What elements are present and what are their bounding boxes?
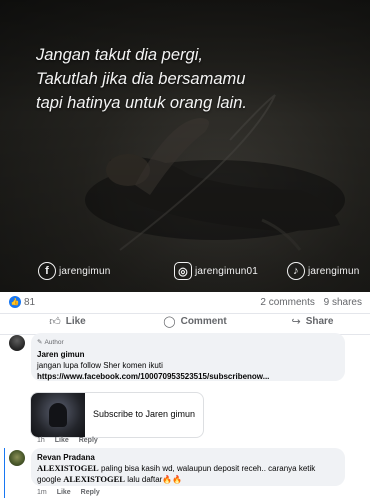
quote-text: Jangan takut dia pergi, Takutlah jika di… bbox=[36, 43, 356, 115]
watermark-bar: f jarengimun ◎ jarengimun01 ♪ jarengimun bbox=[0, 262, 370, 288]
share-icon: ↪ bbox=[291, 316, 301, 328]
instagram-icon: ◎ bbox=[174, 262, 192, 280]
comment-author-name[interactable]: Revan Pradana bbox=[37, 452, 339, 463]
comment-bubble: ✎ Author Jaren gimun jangan lupa follow … bbox=[31, 333, 345, 381]
avatar[interactable] bbox=[9, 335, 25, 351]
quote-line: Jangan takut dia pergi, bbox=[36, 46, 203, 64]
quote-line: Takutlah jika dia bersamamu bbox=[36, 70, 246, 88]
facebook-icon: f bbox=[38, 262, 56, 280]
comment-count[interactable]: 2 comments bbox=[260, 297, 314, 308]
thumbs-up-icon: 👍︎ bbox=[49, 316, 61, 328]
avatar[interactable] bbox=[9, 450, 25, 466]
comment-bubble: Revan Pradana ALEXISTOGEL paling bisa ka… bbox=[31, 448, 345, 486]
like-reaction-icon[interactable]: 👍 bbox=[9, 296, 21, 308]
comment-like-button[interactable]: Like bbox=[57, 489, 71, 496]
tiktok-handle: jarengimun bbox=[308, 265, 360, 277]
comment-brand: ALEXISTOGEL bbox=[37, 463, 99, 473]
preview-title: Subscribe to Jaren gimun bbox=[93, 409, 196, 419]
tiktok-icon: ♪ bbox=[287, 262, 305, 280]
comment-text: ALEXISTOGEL paling bisa kasih wd, walaup… bbox=[37, 463, 339, 485]
comment-reply-button[interactable]: Reply bbox=[81, 489, 100, 496]
comment-meta: 1m Like Reply bbox=[37, 489, 108, 496]
comment-like-button[interactable]: Like bbox=[55, 437, 69, 444]
share-button-label: Share bbox=[305, 316, 334, 327]
comment-reply-button[interactable]: Reply bbox=[79, 437, 98, 444]
share-count[interactable]: 9 shares bbox=[324, 297, 362, 308]
like-count[interactable]: 81 bbox=[24, 297, 35, 308]
comment-link[interactable]: https://www.facebook.com/100070953523515… bbox=[37, 371, 339, 382]
post-actions: 👍︎ Like ◯ Comment ↪ Share bbox=[0, 309, 370, 335]
highlight-bar bbox=[4, 448, 5, 498]
social-tiktok: ♪ jarengimun bbox=[287, 262, 359, 280]
comment-time[interactable]: 1h bbox=[37, 437, 45, 444]
comment-author-name[interactable]: Jaren gimun bbox=[37, 349, 339, 360]
pencil-icon: ✎ bbox=[37, 339, 43, 346]
comment-meta: 1h Like Reply bbox=[37, 437, 106, 444]
share-button[interactable]: ↪ Share bbox=[255, 309, 370, 334]
post-image[interactable]: Jangan takut dia pergi, Takutlah jika di… bbox=[0, 0, 370, 292]
comment-brand: ALEXISTOGEL bbox=[63, 474, 125, 484]
social-instagram: ◎ jarengimun01 bbox=[174, 262, 258, 280]
author-tag-label: Author bbox=[44, 339, 64, 346]
link-preview-card[interactable]: Subscribe to Jaren gimun bbox=[30, 392, 204, 438]
quote-line: tapi hatinya untuk orang lain. bbox=[36, 94, 247, 112]
comment-icon: ◯ bbox=[163, 316, 176, 328]
comment-button[interactable]: ◯ Comment bbox=[135, 309, 255, 334]
instagram-handle: jarengimun01 bbox=[195, 265, 258, 277]
like-button-label: Like bbox=[65, 316, 86, 327]
preview-thumbnail bbox=[31, 393, 85, 437]
comment-time[interactable]: 1m bbox=[37, 489, 47, 496]
comment-button-label: Comment bbox=[180, 316, 227, 327]
comment-text-part: lalu daftar🔥🔥 bbox=[124, 475, 183, 484]
social-facebook: f jarengimun bbox=[38, 262, 110, 280]
facebook-handle: jarengimun bbox=[59, 265, 111, 277]
author-badge: ✎ Author bbox=[37, 337, 339, 348]
like-button[interactable]: 👍︎ Like bbox=[0, 309, 135, 334]
comment-text: jangan lupa follow Sher komen ikuti bbox=[37, 361, 163, 370]
